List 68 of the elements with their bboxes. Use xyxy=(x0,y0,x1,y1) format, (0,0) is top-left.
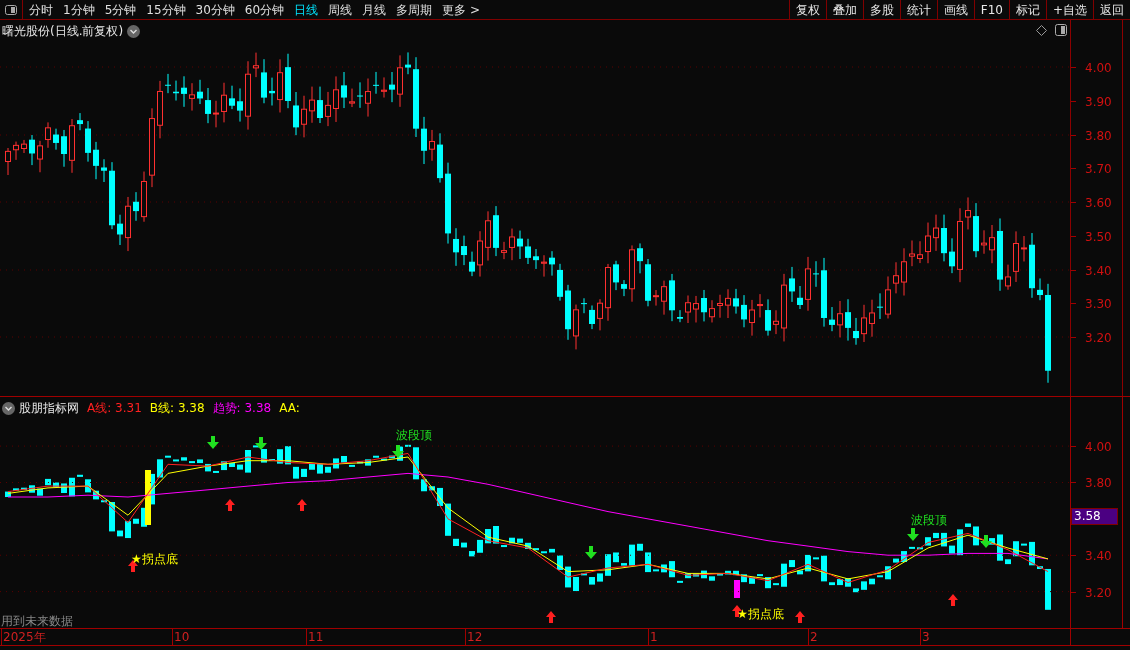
down-arrow-icon xyxy=(907,528,919,541)
date-label: 2 xyxy=(810,629,818,645)
legend-item: AA: xyxy=(279,400,300,417)
price-label: 4.00 xyxy=(1085,60,1112,77)
panel-toggle-icon xyxy=(5,5,17,15)
toolbar-button[interactable]: 复权 xyxy=(788,0,826,20)
toolbar-button[interactable]: +自选 xyxy=(1045,0,1093,20)
date-label: 10 xyxy=(174,629,190,645)
price-label: 3.70 xyxy=(1085,161,1112,179)
legend-item: 趋势: 3.38 xyxy=(212,400,272,417)
period-tab[interactable]: 更多 > xyxy=(442,0,480,19)
down-arrow-icon xyxy=(207,436,219,449)
up-arrow-icon xyxy=(546,611,556,623)
legend-item: A线: 3.31 xyxy=(87,400,142,417)
date-label: 3 xyxy=(922,629,930,645)
toolbar-button[interactable]: 画线 xyxy=(936,0,974,20)
signal-label: 波段顶 xyxy=(396,427,432,444)
signal-label: ★拐点底 xyxy=(737,606,784,623)
toolbar-button[interactable]: 标记 xyxy=(1008,0,1046,20)
down-arrow-icon xyxy=(255,437,267,450)
down-arrow-icon xyxy=(392,445,404,458)
toolbar-button[interactable]: 叠加 xyxy=(825,0,863,20)
date-label: 1 xyxy=(650,629,658,645)
price-label: 3.40 xyxy=(1085,262,1112,280)
up-arrow-icon xyxy=(225,499,235,511)
up-arrow-icon xyxy=(948,594,958,606)
down-arrow-icon xyxy=(980,535,992,548)
toolbar-button[interactable]: 返回 xyxy=(1093,0,1130,20)
period-tab[interactable]: 1分钟 xyxy=(63,0,95,19)
down-arrow-icon xyxy=(585,546,597,559)
price-label: 3.20 xyxy=(1085,584,1112,602)
price-label: 4.00 xyxy=(1085,439,1112,457)
indicator-name: 股朋指标网 xyxy=(19,400,79,417)
price-label: 3.50 xyxy=(1085,228,1112,246)
price-label: 3.60 xyxy=(1085,195,1112,212)
dropdown-icon[interactable] xyxy=(2,401,15,415)
price-label: 3.20 xyxy=(1085,330,1112,347)
panel-toggle-icon[interactable] xyxy=(1055,24,1067,36)
date-label: 2025年 xyxy=(3,629,46,645)
legend-item: B线: 3.38 xyxy=(149,400,205,417)
current-value-label: 3.58 xyxy=(1071,508,1118,525)
period-tab[interactable]: 多周期 xyxy=(396,0,433,19)
price-label: 3.80 xyxy=(1085,127,1112,145)
toolbar-button[interactable]: 多股 xyxy=(862,0,900,20)
price-label: 3.80 xyxy=(1085,475,1112,493)
period-tab[interactable]: 5分钟 xyxy=(104,0,137,19)
up-arrow-icon xyxy=(297,499,307,511)
price-label: 3.30 xyxy=(1085,296,1112,314)
toolbar-button[interactable]: 统计 xyxy=(899,0,937,20)
dropdown-icon[interactable] xyxy=(127,24,141,38)
period-tab[interactable]: 30分钟 xyxy=(195,0,235,19)
period-tab[interactable]: 15分钟 xyxy=(146,0,186,19)
toolbar-button[interactable]: F10 xyxy=(973,0,1009,20)
up-arrow-icon xyxy=(795,611,805,623)
period-tab[interactable]: 60分钟 xyxy=(244,0,285,19)
signal-label: ★拐点底 xyxy=(131,551,178,568)
diamond-icon[interactable] xyxy=(1036,25,1047,36)
period-tab[interactable]: 月线 xyxy=(362,0,387,19)
period-tab[interactable]: 周线 xyxy=(328,0,353,19)
chart-title: 曙光股份(日线.前复权) xyxy=(2,23,124,40)
period-tab[interactable]: 日线 xyxy=(294,0,319,19)
future-data-note: 用到未来数据 xyxy=(1,613,73,630)
price-label: 3.90 xyxy=(1085,93,1112,111)
price-label: 3.40 xyxy=(1085,548,1112,566)
date-label: 12 xyxy=(467,629,483,645)
period-tab[interactable]: 分时 xyxy=(29,0,53,19)
date-label: 11 xyxy=(308,629,324,645)
signal-label: 波段顶 xyxy=(911,512,947,529)
